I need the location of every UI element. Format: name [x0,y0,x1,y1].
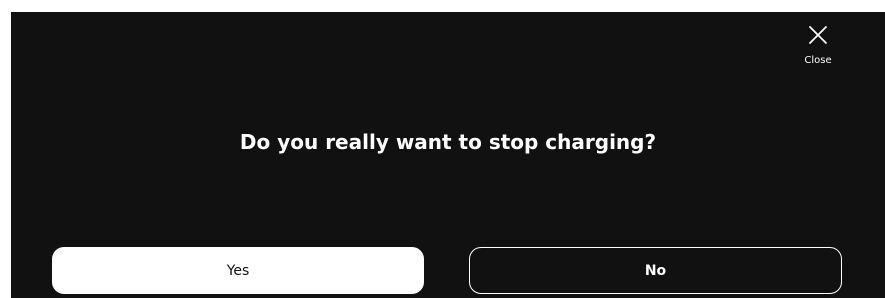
no-button[interactable]: No [469,247,842,294]
yes-button[interactable]: Yes [52,247,424,294]
close-icon [807,24,829,46]
close-button[interactable]: Close [793,24,843,82]
stop-charging-dialog: Close Do you really want to stop chargin… [11,12,885,298]
dialog-question: Do you really want to stop charging? [239,130,657,154]
yes-button-label: Yes [226,262,250,279]
no-button-label: No [644,262,667,279]
close-label: Close [804,55,832,66]
